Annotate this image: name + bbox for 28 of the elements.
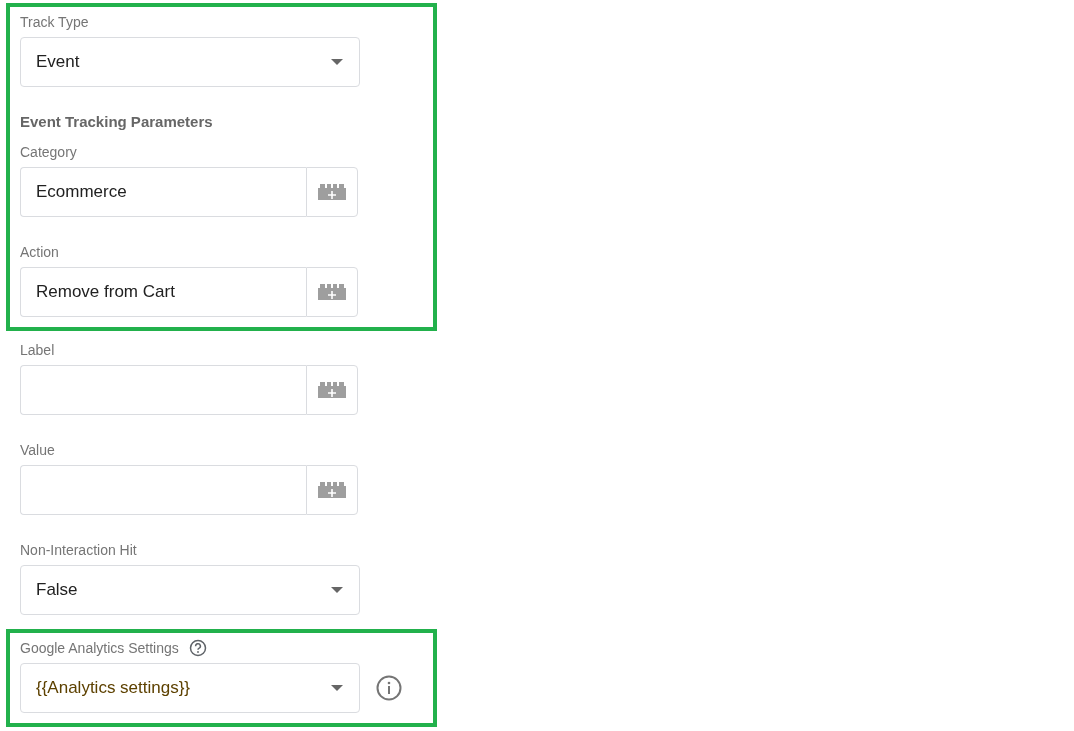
field-label: Google Analytics Settings [20, 639, 179, 658]
field-label: Track Type [20, 13, 89, 32]
dropdown[interactable]: Event [20, 37, 360, 87]
field-label: Category [20, 143, 77, 162]
variable-button[interactable] [306, 267, 358, 317]
dropdown[interactable]: False [20, 565, 360, 615]
text-field[interactable]: Ecommerce [20, 167, 306, 217]
caret-icon [331, 587, 343, 593]
caret-icon [331, 685, 343, 691]
variable-button[interactable] [306, 465, 358, 515]
variable-icon [318, 184, 346, 200]
text-field[interactable]: Remove from Cart [20, 267, 306, 317]
section-heading: Event Tracking Parameters [20, 112, 214, 132]
variable-icon [318, 482, 346, 498]
info-icon[interactable] [376, 675, 402, 701]
variable-button[interactable] [306, 365, 358, 415]
dropdown[interactable]: {{Analytics settings}} [20, 663, 360, 713]
text-field[interactable] [20, 365, 306, 415]
field-label: Non-Interaction Hit [20, 541, 137, 560]
field-label: Label [20, 341, 55, 360]
field-label: Action [20, 243, 59, 262]
variable-icon [318, 284, 346, 300]
variable-button[interactable] [306, 167, 358, 217]
text-field[interactable] [20, 465, 306, 515]
variable-icon [318, 382, 346, 398]
caret-icon [331, 59, 343, 65]
field-label: Value [20, 441, 55, 460]
help-icon[interactable] [188, 639, 207, 657]
